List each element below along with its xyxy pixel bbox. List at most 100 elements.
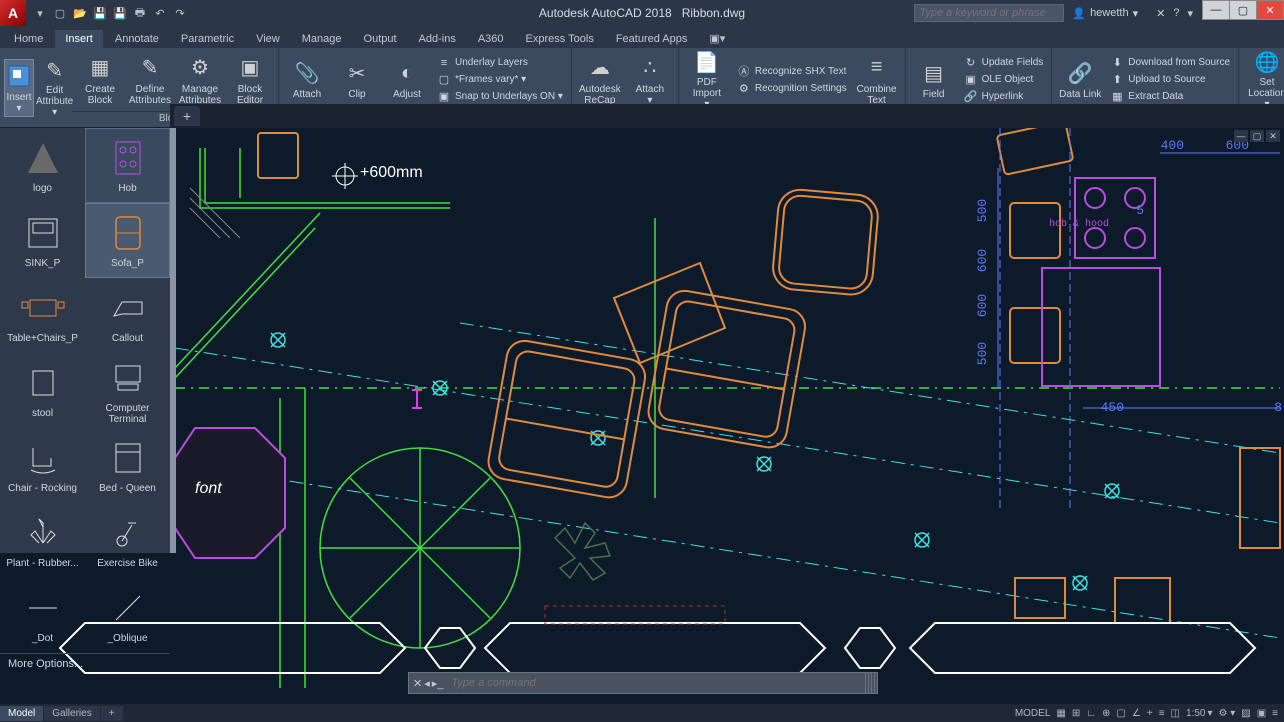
data-link-button[interactable]: 🔗 Data Link	[1056, 51, 1104, 109]
set-location-button[interactable]: 🌐 Set Location▾	[1243, 51, 1284, 109]
cmd-grip-handle[interactable]	[865, 673, 877, 693]
open-icon[interactable]: 📂	[72, 5, 88, 21]
palette-resize-handle[interactable]	[170, 128, 176, 553]
edit-attribute-button[interactable]: ✎ Edit Attribute▾	[36, 59, 73, 117]
palette-item-oblique[interactable]: _Oblique	[85, 578, 170, 653]
keyword-search-input[interactable]	[914, 4, 1064, 22]
palette-item-stool[interactable]: stool	[0, 353, 85, 428]
palette-item-bike[interactable]: Exercise Bike	[85, 503, 170, 578]
cmd-recent-icon[interactable]: ◂	[424, 677, 430, 690]
ole-object-button[interactable]: ▣OLE Object	[960, 72, 1048, 88]
new-tab-button[interactable]: +	[174, 106, 200, 126]
recap-button[interactable]: ☁ Autodesk ReCap	[576, 51, 624, 109]
block-editor-button[interactable]: ▣ Block Editor	[226, 51, 274, 109]
status-custom-icon[interactable]: ≡	[1272, 708, 1278, 719]
underlay-layers-button[interactable]: ≡Underlay Layers	[433, 55, 567, 71]
tab-insert[interactable]: Insert	[55, 30, 103, 48]
tab-manage[interactable]: Manage	[292, 30, 352, 48]
palette-item-dot[interactable]: _Dot	[0, 578, 85, 653]
help-dropdown-icon[interactable]: ▾	[1187, 7, 1193, 20]
qat-menu-icon[interactable]: ▾	[32, 5, 48, 21]
layout-tab-add[interactable]: +	[101, 706, 123, 721]
status-snap-icon[interactable]: ⊞	[1072, 708, 1080, 719]
layout-tab-galleries[interactable]: Galleries	[44, 706, 99, 721]
attach-button[interactable]: 📎 Attach	[283, 51, 331, 109]
status-iso-icon[interactable]: ▨	[1241, 708, 1250, 719]
help-icon[interactable]: ?	[1173, 7, 1179, 20]
save-icon[interactable]: 💾	[92, 5, 108, 21]
palette-item-hob[interactable]: Hob	[85, 128, 170, 203]
palette-item-sofa[interactable]: Sofa_P	[85, 203, 170, 278]
tab-addins[interactable]: Add-ins	[409, 30, 466, 48]
field-button[interactable]: ▤ Field	[910, 51, 958, 109]
status-model[interactable]: MODEL	[1015, 708, 1051, 719]
new-icon[interactable]: ▢	[52, 5, 68, 21]
status-ortho-icon[interactable]: ∟	[1086, 708, 1096, 719]
palette-item-bed[interactable]: Bed - Queen	[85, 428, 170, 503]
palette-item-table[interactable]: Table+Chairs_P	[0, 278, 85, 353]
insert-button[interactable]: Insert▾	[4, 59, 34, 117]
palette-item-chair-rocking[interactable]: Chair - Rocking	[0, 428, 85, 503]
undo-icon[interactable]: ↶	[152, 5, 168, 21]
clip-button[interactable]: ✂ Clip	[333, 51, 381, 109]
tab-annotate[interactable]: Annotate	[105, 30, 169, 48]
tab-options-icon[interactable]: ▣▾	[699, 29, 735, 48]
saveas-icon[interactable]: 💾	[112, 5, 128, 21]
status-gear-icon[interactable]: ⚙ ▾	[1218, 708, 1235, 719]
recognition-settings-button[interactable]: ⚙Recognition Settings	[733, 80, 851, 96]
frames-button[interactable]: ▢*Frames vary* ▾	[433, 72, 567, 88]
tab-view[interactable]: View	[246, 30, 290, 48]
command-input[interactable]	[447, 677, 865, 689]
user-account[interactable]: 👤 hewetth ▾	[1064, 7, 1146, 20]
status-osnap-icon[interactable]: ▢	[1116, 708, 1125, 719]
tab-a360[interactable]: A360	[468, 30, 514, 48]
create-block-button[interactable]: ▦ Create Block	[76, 51, 124, 109]
palette-item-computer[interactable]: Computer Terminal	[85, 353, 170, 428]
palette-more-options[interactable]: More Options...	[0, 653, 170, 674]
upload-source-button[interactable]: ⬆Upload to Source	[1106, 72, 1234, 88]
palette-item-logo[interactable]: logo	[0, 128, 85, 203]
recognize-shx-button[interactable]: ⒶRecognize SHX Text	[733, 63, 851, 79]
tab-home[interactable]: Home	[4, 30, 53, 48]
upload-icon: ⬆	[1110, 73, 1124, 87]
status-polar-icon[interactable]: ⊕	[1102, 708, 1110, 719]
viewport-maximize-icon[interactable]: ▢	[1250, 130, 1264, 142]
extract-data-button[interactable]: ▦Extract Data	[1106, 89, 1234, 105]
tab-featured[interactable]: Featured Apps	[606, 30, 698, 48]
palette-item-plant[interactable]: Plant - Rubber...	[0, 503, 85, 578]
status-dyn-icon[interactable]: +	[1147, 708, 1153, 719]
pdf-import-button[interactable]: 📄 PDF Import▾	[683, 51, 731, 109]
app-logo[interactable]: A	[0, 0, 26, 26]
viewport-minimize-icon[interactable]: —	[1234, 130, 1248, 142]
status-clean-icon[interactable]: ▣	[1257, 708, 1266, 719]
define-attributes-button[interactable]: ✎ Define Attributes	[126, 51, 174, 109]
layout-tab-model[interactable]: Model	[0, 706, 43, 721]
maximize-button[interactable]: ▢	[1229, 0, 1257, 20]
status-scale[interactable]: 1:50 ▾	[1186, 708, 1213, 719]
download-source-button[interactable]: ⬇Download from Source	[1106, 55, 1234, 71]
minimize-button[interactable]: —	[1202, 0, 1230, 20]
exchange-icon[interactable]: ✕	[1156, 7, 1165, 20]
adjust-button[interactable]: ◐ Adjust	[383, 51, 431, 109]
plot-icon[interactable]: 🖶	[132, 5, 148, 21]
attach-pc-button[interactable]: ∴ Attach▾	[626, 51, 674, 109]
status-tpy-icon[interactable]: ◫	[1171, 708, 1180, 719]
manage-attributes-button[interactable]: ⚙ Manage Attributes	[176, 51, 224, 109]
cmd-close-icon[interactable]: ✕	[413, 677, 422, 690]
redo-icon[interactable]: ↷	[172, 5, 188, 21]
status-grid-icon[interactable]: ▦	[1056, 708, 1065, 719]
combine-text-button[interactable]: ≡ Combine Text	[853, 51, 901, 109]
tab-parametric[interactable]: Parametric	[171, 30, 244, 48]
snap-underlays-button[interactable]: ▣Snap to Underlays ON ▾	[433, 89, 567, 105]
close-button[interactable]: ✕	[1256, 0, 1284, 20]
status-track-icon[interactable]: ∠	[1132, 708, 1141, 719]
tab-output[interactable]: Output	[354, 30, 407, 48]
status-lwt-icon[interactable]: ≡	[1159, 708, 1165, 719]
hyperlink-button[interactable]: 🔗Hyperlink	[960, 89, 1048, 105]
drawing-canvas[interactable]: +600mm font 400 600 450 500 600 600 500 …	[0, 128, 1284, 704]
update-fields-button[interactable]: ↻Update Fields	[960, 55, 1048, 71]
viewport-close-icon[interactable]: ✕	[1266, 130, 1280, 142]
palette-item-callout[interactable]: Callout	[85, 278, 170, 353]
tab-express[interactable]: Express Tools	[516, 30, 604, 48]
palette-item-sink[interactable]: SINK_P	[0, 203, 85, 278]
